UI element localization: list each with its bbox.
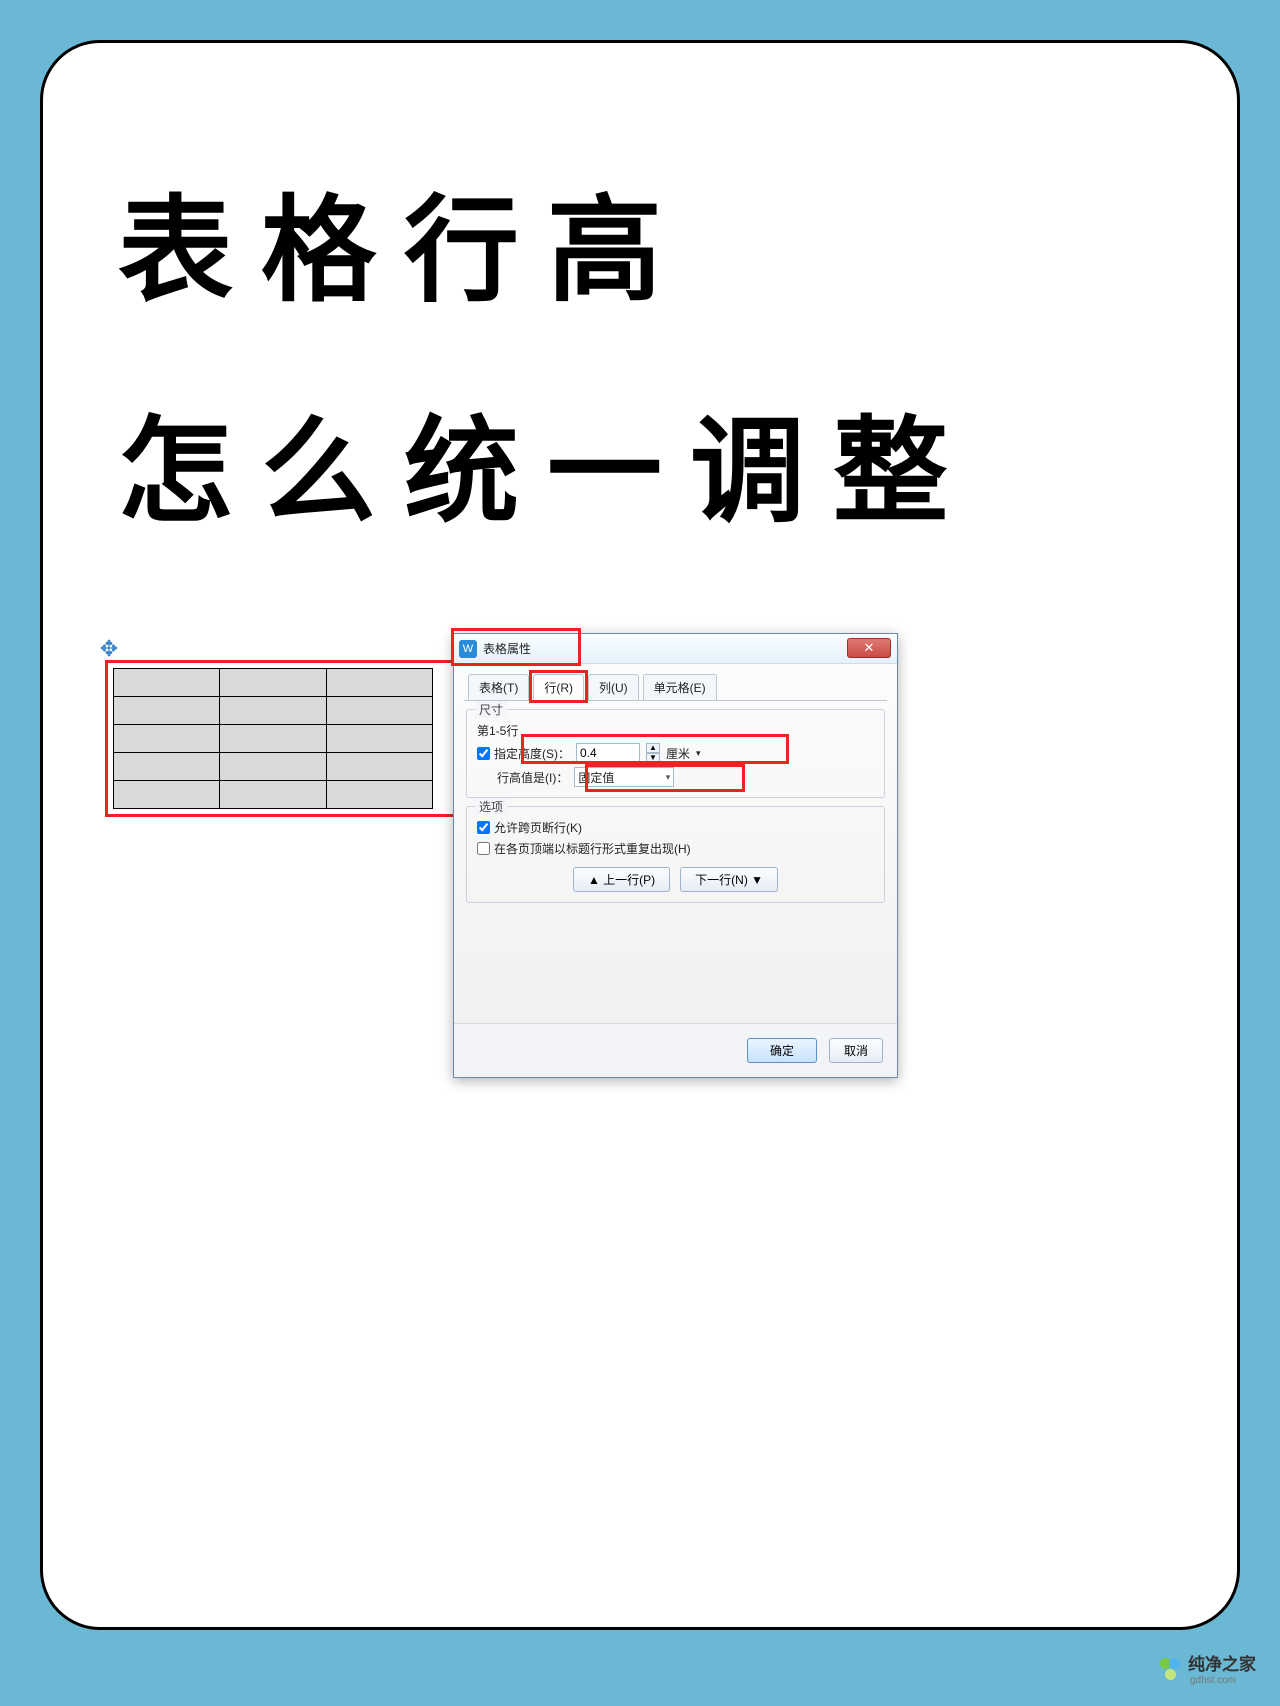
repeat-header-label: 在各页顶端以标题行形式重复出现(H) — [494, 840, 691, 857]
highlight-box — [529, 670, 588, 703]
highlight-box — [105, 660, 461, 817]
tab-cell[interactable]: 单元格(E) — [643, 674, 717, 700]
content-card: 表格行高 怎么统一调整 ✥ W 表格属性 ✕ 表格(T) 行(R) 列(U) — [40, 40, 1240, 1630]
options-group: 允许跨页断行(K) 在各页顶端以标题行形式重复出现(H) ▲ 上一行(P) 下一… — [466, 806, 885, 903]
repeat-header-check[interactable]: 在各页顶端以标题行形式重复出现(H) — [477, 840, 691, 857]
prev-row-button[interactable]: ▲ 上一行(P) — [573, 867, 670, 892]
watermark-url: gdhst.com — [1190, 1675, 1256, 1686]
highlight-box — [451, 628, 581, 666]
table-move-icon[interactable]: ✥ — [96, 636, 122, 662]
size-group: 第1-5行 指定高度(S)： ▲ ▼ 厘米 ▾ 行高值是(I)： 固定值 — [466, 709, 885, 798]
watermark-logo-icon — [1158, 1656, 1182, 1680]
close-button[interactable]: ✕ — [847, 638, 891, 658]
break-row-checkbox[interactable] — [477, 821, 490, 834]
demo-table-wrap: ✥ — [113, 668, 453, 809]
row-type-label: 行高值是(I)： — [497, 769, 568, 786]
row-range-text: 第1-5行 — [477, 722, 518, 739]
watermark: 纯净之家 gdhst.com — [1158, 1650, 1256, 1686]
dialog-titlebar[interactable]: W 表格属性 ✕ — [454, 634, 897, 664]
ok-button[interactable]: 确定 — [747, 1038, 817, 1063]
tabs: 表格(T) 行(R) 列(U) 单元格(E) — [464, 674, 887, 701]
break-row-check[interactable]: 允许跨页断行(K) — [477, 819, 582, 836]
next-row-button[interactable]: 下一行(N) ▼ — [680, 867, 778, 892]
cancel-button[interactable]: 取消 — [829, 1038, 883, 1063]
highlight-box — [521, 734, 789, 764]
tab-column[interactable]: 列(U) — [588, 674, 639, 700]
dialog-footer: 确定 取消 — [454, 1023, 897, 1077]
tab-row[interactable]: 行(R) — [533, 674, 584, 700]
table-properties-dialog: W 表格属性 ✕ 表格(T) 行(R) 列(U) 单元格(E) 第1-5行 指定… — [453, 633, 898, 1078]
break-row-label: 允许跨页断行(K) — [494, 819, 582, 836]
tab-table[interactable]: 表格(T) — [468, 674, 529, 700]
heading-line2: 怎么统一调整 — [118, 379, 976, 545]
specify-height-checkbox[interactable] — [477, 747, 490, 760]
highlight-box — [585, 764, 745, 792]
heading-line1: 表格行高 — [118, 158, 976, 324]
watermark-brand: 纯净之家 — [1188, 1650, 1256, 1675]
repeat-header-checkbox[interactable] — [477, 842, 490, 855]
heading: 表格行高 怎么统一调整 — [118, 158, 976, 545]
